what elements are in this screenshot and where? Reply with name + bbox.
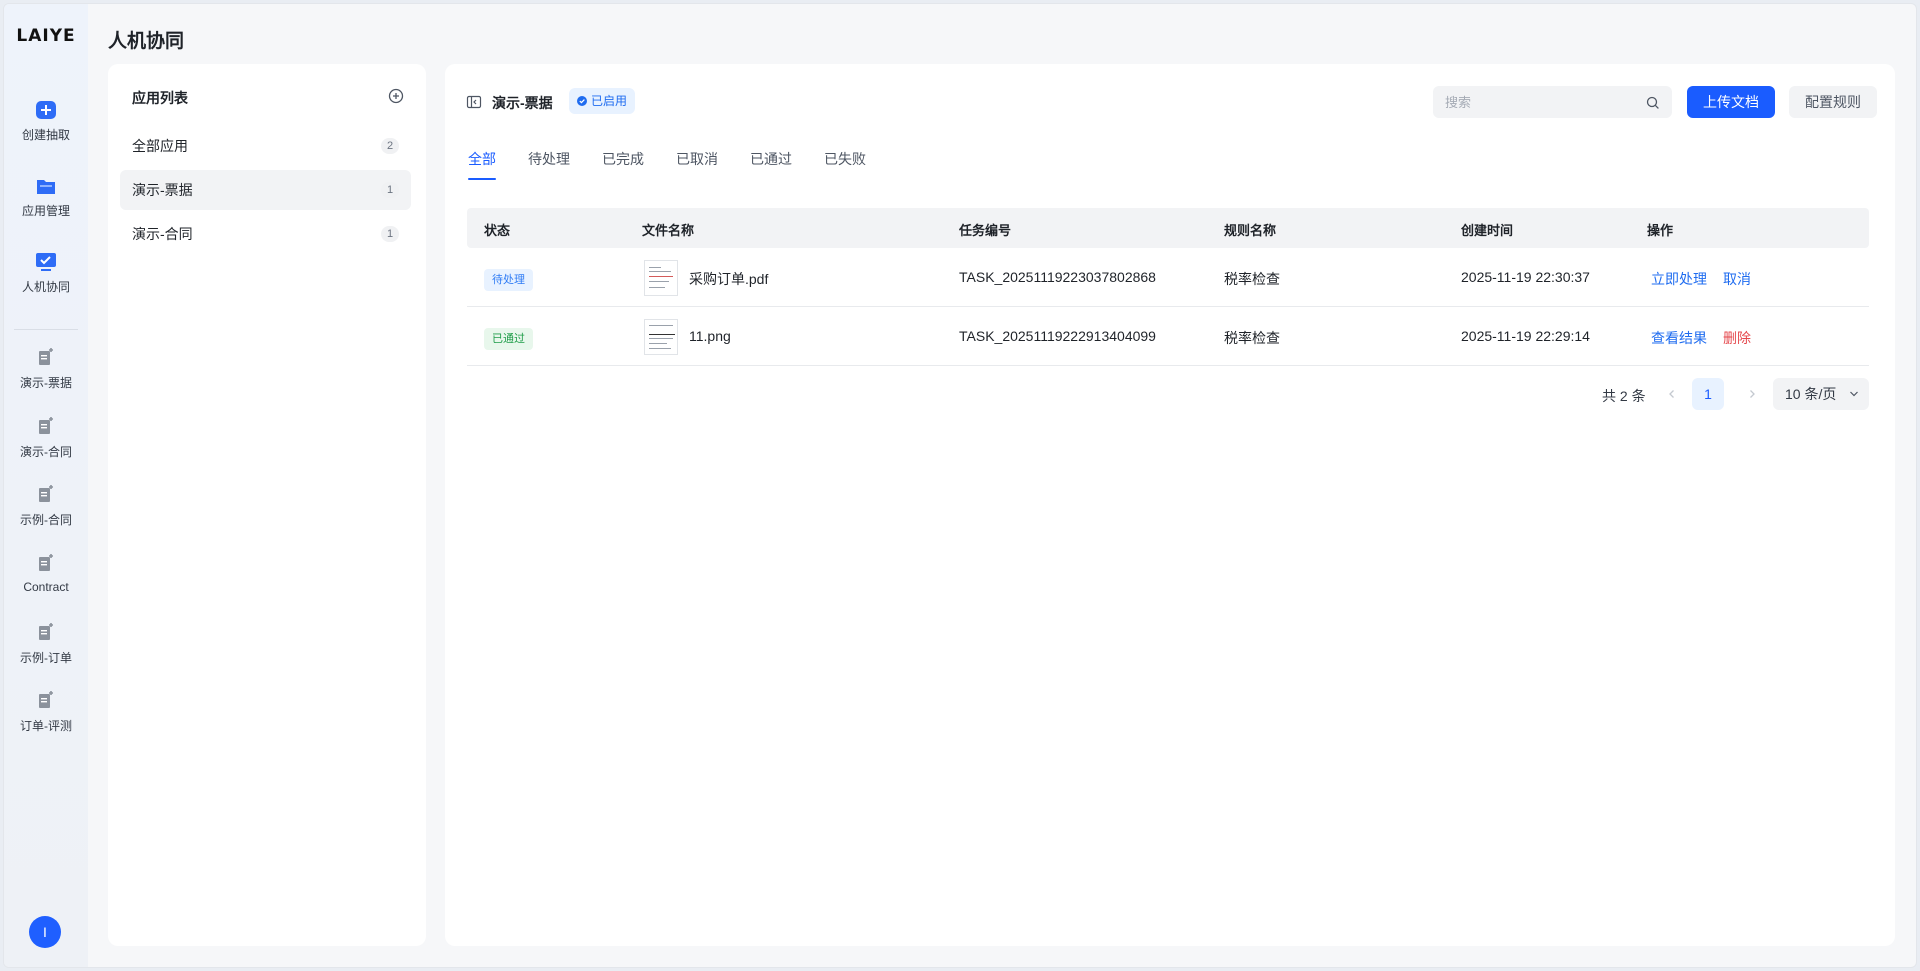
- sidebar-collapse-icon[interactable]: [466, 94, 482, 110]
- laiye-logo[interactable]: LAIYE: [4, 26, 88, 46]
- column-header: 任务编号: [959, 223, 1012, 238]
- table-header: 状态 文件名称 任务编号 规则名称 创建时间 操作: [467, 208, 1869, 248]
- app-list-item-label: 演示-票据: [132, 182, 193, 198]
- file-thumbnail: [644, 260, 678, 296]
- rail-app-sample-order[interactable]: 示例-订单: [4, 623, 88, 666]
- page-number-button[interactable]: 1: [1692, 378, 1724, 410]
- rail-label: 示例-合同: [20, 513, 72, 527]
- check-circle-icon: [577, 96, 587, 106]
- doc-edit-icon: [39, 485, 53, 502]
- rule-name: 税率检查: [1224, 271, 1280, 287]
- status-badge: 已通过: [484, 328, 533, 350]
- status-badge: 已启用: [569, 88, 636, 114]
- app-list-item-label: 演示-合同: [132, 226, 193, 242]
- delete-link[interactable]: 删除: [1723, 328, 1751, 348]
- table-row[interactable]: 待处理 采购订单.pdf TASK_20251119223037802868 税…: [467, 248, 1869, 307]
- process-now-link[interactable]: 立即处理: [1651, 269, 1707, 289]
- tab-completed[interactable]: 已完成: [602, 148, 644, 180]
- cancel-link[interactable]: 取消: [1723, 269, 1751, 289]
- chevron-left-icon[interactable]: [1665, 387, 1679, 401]
- tab-failed[interactable]: 已失败: [824, 148, 866, 180]
- app-title: 演示-票据: [492, 95, 553, 111]
- column-header: 规则名称: [1224, 223, 1277, 238]
- app-list-panel: 应用列表 全部应用 2 演示-票据 1 演示-合同 1: [108, 64, 426, 946]
- doc-edit-icon: [39, 623, 53, 640]
- rail-label: 创建抽取: [21, 128, 70, 142]
- app-list-item-demo-invoice[interactable]: 演示-票据 1: [120, 170, 411, 210]
- task-id: TASK_20251119223037802868: [959, 269, 1156, 285]
- tab-passed[interactable]: 已通过: [750, 148, 792, 180]
- column-header: 文件名称: [642, 223, 695, 238]
- page-title: 人机协同: [108, 31, 185, 52]
- rail-app-demo-invoice[interactable]: 演示-票据: [4, 348, 88, 391]
- file-thumbnail: [644, 319, 678, 355]
- status-badge: 待处理: [484, 269, 533, 291]
- app-list-item-demo-contract[interactable]: 演示-合同 1: [120, 214, 411, 254]
- pagination: 共 2 条 1 10 条/页: [445, 378, 1895, 410]
- app-list-item-label: 全部应用: [132, 138, 188, 154]
- file-name[interactable]: 采购订单.pdf: [689, 269, 768, 289]
- doc-edit-icon: [39, 417, 53, 434]
- configure-rules-button[interactable]: 配置规则: [1789, 86, 1877, 118]
- view-result-link[interactable]: 查看结果: [1651, 328, 1707, 348]
- column-header: 操作: [1647, 223, 1674, 238]
- rail-label: 人机协同: [21, 280, 70, 294]
- add-circle-icon[interactable]: [388, 88, 404, 104]
- tab-cancelled[interactable]: 已取消: [676, 148, 718, 180]
- status-text: 已启用: [591, 94, 628, 108]
- rail-label: 应用管理: [21, 204, 70, 218]
- plus-badge-icon: [36, 101, 56, 119]
- rail-app-demo-contract[interactable]: 演示-合同: [4, 417, 88, 460]
- chevron-right-icon[interactable]: [1745, 387, 1759, 401]
- column-header: 创建时间: [1461, 223, 1514, 238]
- rail-human-collab[interactable]: 人机协同: [4, 252, 88, 295]
- search-icon[interactable]: [1646, 96, 1660, 110]
- column-header: 状态: [484, 223, 511, 238]
- app-count-badge: 1: [381, 226, 399, 242]
- rail-label: 示例-订单: [20, 651, 72, 665]
- rail-divider: [14, 329, 78, 330]
- avatar[interactable]: I: [29, 916, 61, 948]
- monitor-check-icon: [36, 253, 56, 271]
- rail-label: 演示-合同: [20, 445, 72, 459]
- rail-label: 演示-票据: [20, 376, 72, 390]
- rail-create-extract[interactable]: 创建抽取: [4, 100, 88, 143]
- app-list-item-all[interactable]: 全部应用 2: [120, 126, 411, 166]
- app-count-badge: 2: [381, 138, 399, 154]
- chevron-down-icon: [1850, 391, 1858, 397]
- rail-label: 订单-评测: [20, 719, 72, 733]
- folder-icon: [37, 180, 55, 194]
- created-time: 2025-11-19 22:30:37: [1461, 269, 1590, 285]
- tab-pending[interactable]: 待处理: [528, 148, 570, 180]
- upload-document-button[interactable]: 上传文档: [1687, 86, 1775, 118]
- task-panel: 演示-票据 已启用 上传文档 配置规则 全部 待处理 已完成 已取消 已通过 已…: [445, 64, 1895, 946]
- rule-name: 税率检查: [1224, 330, 1280, 346]
- task-id: TASK_20251119222913404099: [959, 328, 1156, 344]
- total-count: 共 2 条: [1602, 388, 1646, 404]
- doc-edit-icon: [39, 554, 53, 571]
- doc-edit-icon: [39, 691, 53, 708]
- rail-app-sample-contract[interactable]: 示例-合同: [4, 485, 88, 528]
- rail-app-contract[interactable]: Contract: [4, 554, 88, 594]
- app-window: LAIYE 创建抽取 应用管理 人机协同 演示-票据 演示-合同 示例-合同 C…: [3, 3, 1917, 968]
- page-size-value: 10 条/页: [1785, 386, 1837, 402]
- created-time: 2025-11-19 22:29:14: [1461, 328, 1590, 344]
- file-name[interactable]: 11.png: [689, 328, 731, 344]
- app-count-badge: 1: [381, 182, 399, 198]
- rail-app-management[interactable]: 应用管理: [4, 176, 88, 219]
- task-table: 状态 文件名称 任务编号 规则名称 创建时间 操作 待处理 采购订单.pdf T…: [467, 208, 1869, 366]
- table-row[interactable]: 已通过 11.png TASK_20251119222913404099 税率检…: [467, 307, 1869, 366]
- search-input[interactable]: [1433, 86, 1672, 118]
- page-size-select[interactable]: 10 条/页: [1773, 378, 1869, 410]
- doc-edit-icon: [39, 348, 53, 365]
- app-list-header: 应用列表: [132, 90, 188, 106]
- rail-label: Contract: [23, 580, 69, 594]
- rail-app-order-eval[interactable]: 订单-评测: [4, 691, 88, 734]
- left-rail: LAIYE 创建抽取 应用管理 人机协同 演示-票据 演示-合同 示例-合同 C…: [4, 4, 88, 967]
- tab-all[interactable]: 全部: [468, 148, 496, 180]
